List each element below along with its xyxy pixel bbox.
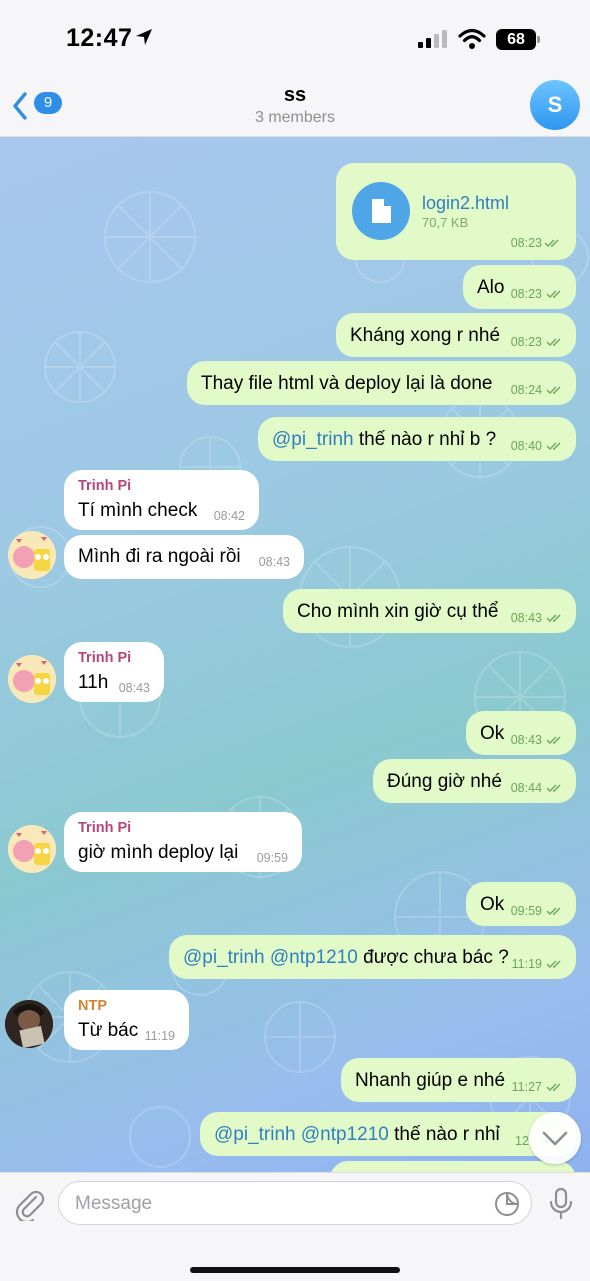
message-time: 11:27: [511, 1080, 542, 1094]
paperclip-icon[interactable]: [12, 1187, 46, 1221]
double-check-icon: [546, 290, 561, 298]
chevron-down-icon: [542, 1131, 568, 1146]
file-size: 70,7 KB: [422, 215, 469, 230]
message-outgoing[interactable]: Cho mình xin giờ cụ thể 08:43: [283, 589, 576, 633]
message-outgoing[interactable]: @pi_trinh thế nào r nhỉ b ? 08:40: [258, 417, 576, 461]
message-text: Từ bác: [78, 1020, 139, 1041]
message-time: 08:23: [510, 335, 542, 349]
chat-header: 9 ss 3 members S: [0, 80, 590, 137]
message-outgoing[interactable]: @pi_trinh @ntp1210 thế nào r nhỉ 12:: [200, 1112, 576, 1156]
scroll-to-bottom-button[interactable]: [529, 1112, 581, 1164]
message-text-rest: được chưa bác ?: [357, 947, 509, 968]
sender-name[interactable]: Trinh Pi: [78, 650, 131, 666]
message-time: 08:23: [510, 236, 542, 250]
group-avatar[interactable]: S: [530, 80, 580, 130]
message-outgoing[interactable]: Alo 08:23: [463, 265, 576, 309]
message-incoming[interactable]: Mình đi ra ngoài rồi 08:43: [64, 535, 304, 579]
message-time: 08:43: [118, 681, 150, 695]
double-check-icon: [544, 239, 559, 247]
message-time: 09:59: [256, 851, 288, 865]
message-time: 08:43: [510, 611, 542, 625]
message-text: @pi_trinh thế nào r nhỉ b ?: [272, 429, 496, 451]
message-placeholder: Message: [75, 1193, 153, 1214]
message-time: 08:43: [510, 733, 542, 747]
double-check-icon: [546, 442, 561, 450]
message-time: 11:19: [144, 1029, 175, 1043]
message-outgoing[interactable]: Thay file html và deploy lại là done 08:…: [187, 361, 576, 405]
message-time: 11:19: [511, 957, 542, 971]
message-time: 09:59: [510, 904, 542, 918]
file-name: login2.html: [422, 193, 510, 213]
message-file[interactable]: login2.html 70,7 KB 08:23: [336, 163, 576, 260]
avatar-trinh-pi[interactable]: [8, 825, 56, 873]
double-check-icon: [546, 960, 561, 968]
message-list[interactable]: login2.html 70,7 KB 08:23 Alo 08:23 Khán…: [0, 137, 590, 1172]
message-input[interactable]: Message: [58, 1181, 532, 1225]
message-outgoing[interactable]: @pi_trinh @ntp1210 được chưa bác ? 11:19: [169, 935, 576, 979]
location-arrow-icon: [136, 29, 152, 45]
message-time: 08:44: [510, 781, 542, 795]
home-indicator: [190, 1267, 400, 1273]
double-check-icon: [546, 907, 561, 915]
status-bar: 12:47 68: [0, 0, 590, 80]
message-time: 08:24: [510, 383, 542, 397]
status-time: 12:47: [66, 24, 133, 52]
message-text-rest: thế nào r nhỉ: [388, 1124, 500, 1145]
microphone-icon[interactable]: [547, 1187, 575, 1221]
message-outgoing[interactable]: Ok 08:43: [466, 711, 576, 755]
sender-name[interactable]: NTP: [78, 998, 107, 1014]
file-icon[interactable]: [352, 182, 410, 240]
avatar-ntp[interactable]: [5, 1000, 53, 1048]
message-incoming[interactable]: NTP Từ bác 11:19: [64, 990, 189, 1050]
message-text: Ok: [480, 894, 505, 915]
message-text-rest: thế nào r nhỉ b ?: [353, 429, 497, 450]
message-incoming[interactable]: Trinh Pi giờ mình deploy lại 09:59: [64, 812, 302, 872]
chat-title[interactable]: ss: [0, 84, 590, 107]
message-outgoing[interactable]: Đúng giờ nhé 08:44: [373, 759, 576, 803]
message-text: Đúng giờ nhé: [387, 771, 502, 792]
message-outgoing[interactable]: Kháng xong r nhé 08:23: [336, 313, 576, 357]
battery-cap: [537, 36, 540, 43]
wifi-icon: [458, 28, 486, 49]
mention-link[interactable]: @pi_trinh @ntp1210: [183, 947, 358, 968]
message-outgoing[interactable]: Nhanh giúp e nhé 11:27: [341, 1058, 576, 1102]
composer: Message: [0, 1172, 590, 1281]
battery-indicator: 68: [496, 29, 536, 50]
mention-link[interactable]: @pi_trinh @ntp1210: [214, 1124, 389, 1145]
sender-name[interactable]: Trinh Pi: [78, 820, 131, 836]
message-time: 08:43: [258, 555, 290, 569]
message-text: Cho mình xin giờ cụ thể: [297, 601, 499, 622]
message-text: @pi_trinh @ntp1210 được chưa bác ?: [183, 947, 509, 969]
double-check-icon: [546, 338, 561, 346]
signal-icon: [418, 30, 447, 48]
double-check-icon: [546, 784, 561, 792]
sticker-icon[interactable]: [493, 1190, 521, 1218]
message-text: Mình đi ra ngoài rồi: [78, 546, 241, 567]
avatar-trinh-pi[interactable]: [8, 655, 56, 703]
avatar-trinh-pi[interactable]: [8, 531, 56, 579]
message-text: Nhanh giúp e nhé: [355, 1070, 506, 1091]
double-check-icon: [546, 386, 561, 394]
sender-name[interactable]: Trinh Pi: [78, 478, 131, 494]
message-time: 08:23: [510, 287, 542, 301]
message-text: Thay file html và deploy lại là done: [201, 373, 493, 394]
message-text: Kháng xong r nhé: [350, 325, 501, 346]
message-text: Alo: [477, 277, 505, 298]
message-incoming[interactable]: Trinh Pi Tí mình check 08:42: [64, 470, 259, 530]
double-check-icon: [546, 736, 561, 744]
message-text: giờ mình deploy lại: [78, 842, 239, 863]
member-count: 3 members: [254, 109, 336, 126]
message-text: Tí mình check: [78, 500, 198, 521]
message-incoming[interactable]: Trinh Pi 11h 08:43: [64, 642, 164, 702]
message-text: Ok: [480, 723, 505, 744]
double-check-icon: [546, 1083, 561, 1091]
message-text: 11h: [78, 672, 109, 693]
message-outgoing[interactable]: Ok 09:59: [466, 882, 576, 926]
message-text: @pi_trinh @ntp1210 thế nào r nhỉ: [214, 1124, 500, 1146]
message-time: 08:40: [510, 439, 542, 453]
mention-link[interactable]: @pi_trinh: [272, 429, 354, 450]
message-time: 08:42: [213, 509, 245, 523]
double-check-icon: [546, 614, 561, 622]
